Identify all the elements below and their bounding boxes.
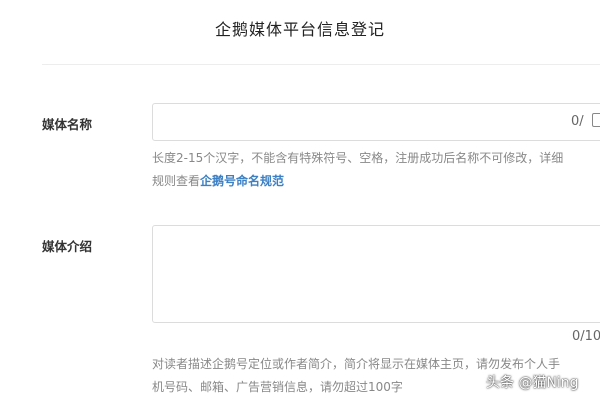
registration-page: 企鹅媒体平台信息登记 媒体名称 0/ 长度2-15个汉字，不能含有特殊符号、空格… (0, 0, 600, 400)
media-name-input[interactable] (152, 103, 600, 141)
watermark: 头条 @猫Ning (486, 375, 579, 391)
media-intro-textarea[interactable] (152, 225, 600, 323)
media-name-char-counter: 0/ (571, 114, 584, 129)
media-name-hint-rules: 规则查看企鹅号命名规范 (152, 170, 284, 192)
clear-icon[interactable] (592, 113, 600, 127)
header-divider (42, 64, 600, 65)
media-intro-hint-line2: 机号码、邮箱、广告营销信息，请勿超过100字 (152, 380, 403, 394)
media-intro-label: 媒体介绍 (42, 239, 93, 254)
naming-rules-link[interactable]: 企鹅号命名规范 (200, 174, 284, 188)
media-name-hint: 长度2-15个汉字，不能含有特殊符号、空格，注册成功后名称不可修改，详细 (152, 151, 564, 165)
media-name-label: 媒体名称 (42, 117, 93, 132)
media-name-hint-prefix: 规则查看 (152, 174, 201, 188)
media-intro-char-counter: 0/10 (572, 329, 600, 344)
page-title: 企鹅媒体平台信息登记 (214, 20, 385, 39)
